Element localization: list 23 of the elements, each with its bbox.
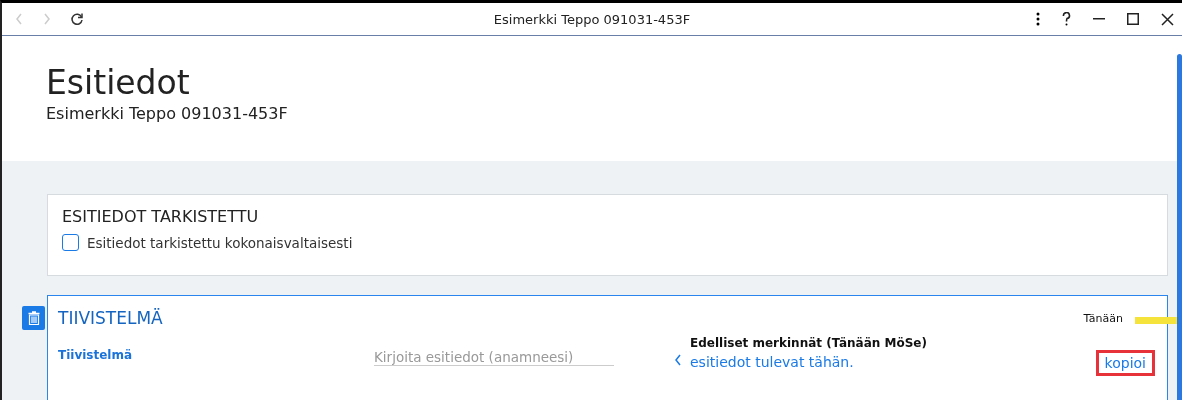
reload-icon[interactable] — [70, 12, 84, 26]
previous-entries-title: Edelliset merkinnät (Tänään MöSe) — [690, 336, 927, 350]
checkbox[interactable] — [62, 234, 79, 251]
page-title: Esitiedot — [46, 64, 191, 102]
close-icon[interactable] — [1161, 12, 1174, 26]
checkbox-label[interactable]: Esitiedot tarkistettu kokonaisvaltaisesti — [87, 234, 353, 251]
field-label: Tiivistelmä — [58, 348, 134, 364]
copy-link[interactable]: kopioi — [1095, 350, 1155, 376]
maximize-icon[interactable] — [1127, 13, 1139, 25]
help-icon[interactable] — [1062, 12, 1071, 26]
scrollbar[interactable] — [1177, 54, 1182, 400]
delete-button[interactable] — [22, 306, 45, 330]
timeline-label: Tänään — [1083, 311, 1123, 325]
card-title: ESITIEDOT TARKISTETTU — [62, 207, 260, 226]
more-options-icon[interactable] — [1036, 12, 1040, 26]
patient-name: Esimerkki Teppo 091031-453F — [46, 104, 289, 123]
summary-input[interactable]: Kirjoita esitiedot (anamneesi) — [374, 349, 614, 366]
trash-icon — [27, 311, 40, 325]
card-title: TIIVISTELMÄ — [58, 308, 163, 328]
previous-entry-text: esitiedot tulevat tähän. — [690, 354, 855, 370]
chevron-left-icon[interactable] — [674, 354, 682, 366]
minimize-icon[interactable] — [1093, 18, 1105, 20]
window-title: Esimerkki Teppo 091031-453F — [493, 11, 691, 27]
